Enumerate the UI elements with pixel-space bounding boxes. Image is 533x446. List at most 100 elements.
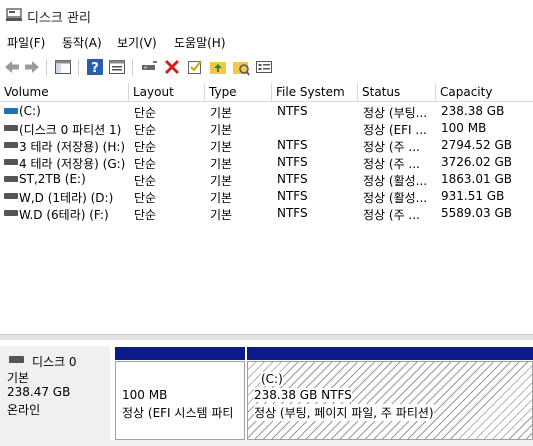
up-folder-icon[interactable] bbox=[209, 58, 227, 76]
column-header-label: Status bbox=[362, 85, 401, 99]
partition-body: 100 MB 정상 (EFI 시스템 파티 bbox=[115, 361, 245, 440]
cell-layout: 단순 bbox=[134, 208, 157, 222]
table-row[interactable]: (디스크 0 파티션 1) 단순 기본 정상 (EFI ... 100 MB bbox=[0, 120, 533, 137]
cell-volume: (디스크 0 파티션 1) bbox=[19, 123, 122, 137]
table-row[interactable]: W,D (1테라) (D:) 단순 기본 NTFS 정상 (활성... 931.51 GB bbox=[0, 188, 533, 205]
disk-0-label[interactable]: 디스크 0 기본 238.47 GB 온라인 bbox=[0, 346, 110, 446]
toolbar-separator bbox=[78, 59, 79, 76]
disk-state: 온라인 bbox=[7, 403, 41, 417]
toolbar-separator bbox=[132, 59, 133, 76]
cell-status: 정상 (활성... bbox=[363, 191, 428, 205]
cell-capacity: 1863.01 GB bbox=[441, 172, 512, 186]
cell-capacity: 100 MB bbox=[441, 121, 487, 135]
partition-c[interactable]: (C:) 238.38 GB NTFS 정상 (부팅, 페이지 파일, 주 파티… bbox=[247, 347, 533, 440]
cell-volume: (C:) bbox=[19, 104, 41, 118]
column-header-label: Type bbox=[209, 85, 237, 99]
column-header-volume[interactable]: Volume bbox=[0, 83, 129, 102]
disk-icon bbox=[9, 356, 24, 363]
column-header-type[interactable]: Type bbox=[205, 83, 272, 102]
partition-body: (C:) 238.38 GB NTFS 정상 (부팅, 페이지 파일, 주 파티… bbox=[247, 361, 533, 440]
check-icon[interactable] bbox=[186, 58, 204, 76]
bottom-strip bbox=[0, 440, 533, 446]
disk-size: 238.47 GB bbox=[7, 385, 71, 399]
properties-icon[interactable] bbox=[108, 58, 126, 76]
disk-name: 디스크 0 bbox=[32, 355, 77, 369]
window-title: 디스크 관리 bbox=[27, 11, 91, 26]
column-header-label: Layout bbox=[133, 85, 174, 99]
cell-capacity: 931.51 GB bbox=[441, 189, 505, 203]
connect-icon[interactable] bbox=[140, 58, 158, 76]
drive-icon bbox=[4, 125, 18, 131]
menu-bar: 파일(F) 동작(A) 보기(V) 도움말(H) bbox=[0, 31, 533, 53]
table-row[interactable]: 3 테라 (저장용) (H:) 단순 기본 NTFS 정상 (주 ... 2794.52 … bbox=[0, 137, 533, 154]
partition-label: (C:) bbox=[261, 372, 283, 386]
drive-icon bbox=[4, 210, 18, 216]
title-bar: 디스크 관리 bbox=[0, 0, 533, 30]
menu-action[interactable]: 동작(A) bbox=[62, 34, 102, 51]
partition-bar bbox=[247, 347, 533, 360]
column-header-layout[interactable]: Layout bbox=[129, 83, 205, 102]
cell-type: 기본 bbox=[210, 208, 233, 222]
cell-volume: W.D (6테라) (F:) bbox=[19, 208, 109, 222]
menu-file[interactable]: 파일(F) bbox=[7, 34, 45, 51]
cell-volume: W,D (1테라) (D:) bbox=[19, 191, 114, 205]
drive-icon bbox=[4, 193, 18, 199]
new-folder-icon[interactable] bbox=[232, 58, 250, 76]
column-header-file-system[interactable]: File System bbox=[272, 83, 358, 102]
menu-help[interactable]: 도움말(H) bbox=[174, 34, 226, 51]
cell-status: 정상 (부팅... bbox=[363, 106, 428, 120]
cell-volume: 3 테라 (저장용) (H:) bbox=[19, 140, 126, 154]
cell-status: 정상 (주 ... bbox=[363, 157, 420, 171]
cell-type: 기본 bbox=[210, 140, 233, 154]
cell-layout: 단순 bbox=[134, 123, 157, 137]
cell-fs: NTFS bbox=[277, 206, 308, 220]
cell-volume: 4 테라 (저장용) (G:) bbox=[19, 157, 126, 171]
svg-text:?: ? bbox=[91, 61, 99, 76]
menu-view[interactable]: 보기(V) bbox=[117, 34, 157, 51]
cell-fs: NTFS bbox=[277, 172, 308, 186]
column-header-status[interactable]: Status bbox=[358, 83, 436, 102]
cell-layout: 단순 bbox=[134, 106, 157, 120]
drive-icon bbox=[4, 142, 18, 148]
settings-panel-icon[interactable] bbox=[255, 58, 273, 76]
toolbar: ? bbox=[0, 54, 533, 81]
cell-status: 정상 (주 ... bbox=[363, 140, 420, 154]
cell-status: 정상 (활성... bbox=[363, 174, 428, 188]
cell-type: 기본 bbox=[210, 106, 233, 120]
cell-fs: NTFS bbox=[277, 189, 308, 203]
table-row[interactable]: (C:) 단순 기본 NTFS 정상 (부팅... 238.38 GB bbox=[0, 103, 533, 120]
cell-layout: 단순 bbox=[134, 140, 157, 154]
table-row[interactable]: W.D (6테라) (F:) 단순 기본 NTFS 정상 (주 ... 5589.03 G… bbox=[0, 205, 533, 222]
drive-icon bbox=[4, 159, 18, 165]
table-row[interactable]: 4 테라 (저장용) (G:) 단순 기본 NTFS 정상 (주 ... 3726.02 … bbox=[0, 154, 533, 171]
disk-management-app-icon bbox=[6, 8, 22, 21]
help-icon[interactable]: ? bbox=[86, 58, 104, 76]
table-row[interactable]: ST,2TB (E:) 단순 기본 NTFS 정상 (활성... 1863.01 GB bbox=[0, 171, 533, 188]
drive-icon bbox=[4, 108, 18, 114]
forward-arrow-icon[interactable] bbox=[23, 58, 41, 76]
cell-fs: NTFS bbox=[277, 104, 308, 118]
cell-fs: NTFS bbox=[277, 138, 308, 152]
cell-capacity: 2794.52 GB bbox=[441, 138, 512, 152]
back-arrow-icon[interactable] bbox=[3, 58, 21, 76]
column-header-label: File System bbox=[276, 85, 345, 99]
cell-capacity: 3726.02 GB bbox=[441, 155, 512, 169]
column-header-capacity[interactable]: Capacity bbox=[436, 83, 533, 102]
delete-icon[interactable] bbox=[163, 58, 181, 76]
cell-layout: 단순 bbox=[134, 191, 157, 205]
cell-layout: 단순 bbox=[134, 174, 157, 188]
cell-volume: ST,2TB (E:) bbox=[19, 172, 86, 186]
cell-type: 기본 bbox=[210, 157, 233, 171]
cell-capacity: 5589.03 GB bbox=[441, 206, 512, 220]
cell-layout: 단순 bbox=[134, 157, 157, 171]
partition-efi[interactable]: 100 MB 정상 (EFI 시스템 파티 bbox=[115, 347, 245, 440]
toolbar-separator bbox=[46, 59, 47, 76]
partition-status: 정상 (EFI 시스템 파티 bbox=[122, 406, 234, 420]
cell-fs: NTFS bbox=[277, 155, 308, 169]
cell-type: 기본 bbox=[210, 191, 233, 205]
console-tree-icon[interactable] bbox=[54, 58, 72, 76]
disk-kind: 기본 bbox=[7, 371, 30, 385]
partition-size: 100 MB bbox=[122, 388, 168, 402]
partition-status: 정상 (부팅, 페이지 파일, 주 파티션) bbox=[254, 404, 434, 421]
volume-list: Volume Layout Type File System Status Ca… bbox=[0, 83, 533, 333]
